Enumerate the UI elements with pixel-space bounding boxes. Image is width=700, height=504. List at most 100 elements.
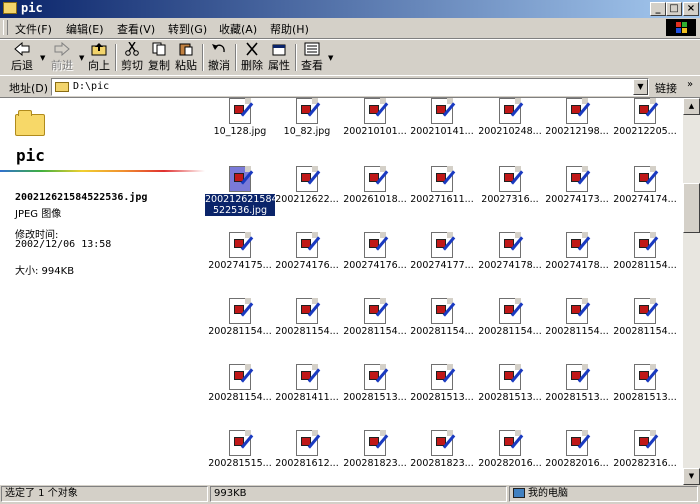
scroll-up-icon[interactable]: ▲ — [683, 98, 700, 115]
file-item[interactable]: 200274175... — [205, 228, 275, 288]
file-name: 200274176... — [275, 260, 339, 271]
file-size: 大小: 994KB — [15, 266, 75, 277]
jpeg-file-icon — [566, 98, 591, 124]
file-item[interactable]: 200282316... — [610, 426, 680, 485]
address-input[interactable]: D:\pic ▼ — [51, 78, 649, 96]
file-item[interactable]: 200274178... — [475, 228, 545, 288]
jpeg-file-icon — [364, 298, 389, 324]
file-item[interactable]: 200210248... — [475, 98, 545, 156]
file-item[interactable]: 200274176... — [340, 228, 410, 288]
jpeg-file-icon — [499, 232, 524, 258]
vertical-scrollbar[interactable]: ▲ ▼ — [683, 98, 700, 485]
menu-view[interactable]: 查看(V) — [117, 21, 155, 37]
file-item[interactable]: 200281823... — [407, 426, 477, 485]
file-item[interactable]: 200282016... — [475, 426, 545, 485]
file-item[interactable]: 200281154... — [340, 294, 410, 354]
delete-button[interactable]: 删除 — [239, 42, 265, 73]
file-item[interactable]: 200282016... — [542, 426, 612, 485]
back-dropdown-icon[interactable]: ▼ — [40, 54, 45, 62]
jpeg-file-icon — [634, 232, 659, 258]
minimize-button[interactable]: _ — [650, 2, 666, 16]
file-item[interactable]: 10_128.jpg — [205, 98, 275, 156]
file-item[interactable]: 200281513... — [407, 360, 477, 420]
cut-button[interactable]: 剪切 — [119, 41, 145, 73]
back-button[interactable]: 后退 — [6, 41, 38, 73]
file-item[interactable]: 200281411... — [272, 360, 342, 420]
file-name: 200281154... — [410, 326, 474, 337]
properties-button[interactable]: 属性 — [266, 42, 292, 73]
scroll-down-icon[interactable]: ▼ — [683, 468, 700, 485]
up-button[interactable]: 向上 — [86, 42, 112, 73]
forward-button[interactable]: 前进 — [48, 41, 76, 73]
file-item[interactable]: 200281154... — [610, 294, 680, 354]
file-item[interactable]: 200281513... — [340, 360, 410, 420]
address-dropdown-icon[interactable]: ▼ — [633, 79, 648, 95]
file-item[interactable]: 200281154... — [542, 294, 612, 354]
file-name: 200271611... — [410, 194, 474, 205]
copy-icon — [150, 42, 168, 56]
folder-icon — [55, 82, 69, 92]
copy-button[interactable]: 复制 — [146, 42, 172, 73]
file-item[interactable]: 200281154... — [610, 228, 680, 288]
toolbar: 后退 ▼ 前进 ▼ 向上 剪切 复制 粘贴 撤消 删除 属性 查看 ▼ — [0, 39, 700, 76]
links-chevron-icon[interactable]: » — [687, 79, 693, 90]
file-item[interactable]: 200281515... — [205, 426, 275, 485]
file-item[interactable]: 200281823... — [340, 426, 410, 485]
file-item[interactable]: 200274173... — [542, 162, 612, 222]
file-item[interactable]: 200281154... — [475, 294, 545, 354]
large-folder-icon — [15, 110, 45, 136]
file-name: 200281513... — [613, 392, 677, 403]
jpeg-file-icon — [566, 364, 591, 390]
menu-help[interactable]: 帮助(H) — [270, 21, 309, 37]
file-item[interactable]: 200271611... — [407, 162, 477, 222]
jpeg-file-icon — [431, 232, 456, 258]
file-item[interactable]: 200212198... — [542, 98, 612, 156]
status-selection: 选定了 1 个对象 — [1, 486, 208, 502]
address-bar: 地址(D) D:\pic ▼ 链接 » — [0, 75, 700, 98]
back-label: 后退 — [11, 59, 33, 72]
view-button[interactable]: 查看 — [299, 42, 325, 73]
scroll-thumb[interactable] — [683, 183, 700, 233]
file-item[interactable]: 200274174... — [610, 162, 680, 222]
close-button[interactable]: × — [683, 2, 699, 16]
file-item[interactable]: 200274177... — [407, 228, 477, 288]
links-button[interactable]: 链接 — [655, 80, 677, 96]
menu-favorites[interactable]: 收藏(A) — [219, 21, 257, 37]
jpeg-file-icon — [431, 430, 456, 456]
file-item[interactable]: 200212205... — [610, 98, 680, 156]
menu-edit[interactable]: 编辑(E) — [66, 21, 104, 37]
file-item[interactable]: 200281154... — [205, 360, 275, 420]
file-item[interactable]: 200210101... — [340, 98, 410, 156]
file-item[interactable]: 200281154... — [407, 294, 477, 354]
undo-button[interactable]: 撤消 — [206, 42, 232, 73]
delete-x-icon — [243, 42, 261, 56]
file-item[interactable]: 200212622... — [272, 162, 342, 222]
menu-file[interactable]: 文件(F) — [15, 21, 52, 37]
jpeg-file-icon — [229, 98, 254, 124]
toolbar-separator — [295, 44, 297, 71]
file-item[interactable]: 200281513... — [542, 360, 612, 420]
file-item[interactable]: 200212621584 522536.jpg — [205, 162, 275, 222]
view-dropdown-icon[interactable]: ▼ — [328, 54, 333, 62]
file-item[interactable]: 20027316... — [475, 162, 545, 222]
file-item[interactable]: 200261018... — [340, 162, 410, 222]
file-name: 200210101... — [343, 126, 407, 137]
file-item[interactable]: 200281154... — [205, 294, 275, 354]
file-item[interactable]: 10_82.jpg — [272, 98, 342, 156]
forward-dropdown-icon[interactable]: ▼ — [79, 54, 84, 62]
file-item[interactable]: 200210141... — [407, 98, 477, 156]
file-item[interactable]: 200281154... — [272, 294, 342, 354]
file-item[interactable]: 200281513... — [610, 360, 680, 420]
jpeg-file-icon — [364, 98, 389, 124]
maximize-button[interactable]: □ — [666, 2, 682, 16]
file-item[interactable]: 200281513... — [475, 360, 545, 420]
jpeg-file-icon — [634, 430, 659, 456]
file-name: 200281154... — [343, 326, 407, 337]
folder-icon — [3, 2, 17, 14]
file-item[interactable]: 200274176... — [272, 228, 342, 288]
paste-button[interactable]: 粘贴 — [173, 42, 199, 73]
file-item[interactable]: 200274178... — [542, 228, 612, 288]
file-item[interactable]: 200281612... — [272, 426, 342, 485]
menu-go[interactable]: 转到(G) — [168, 21, 207, 37]
selected-file-name: 200212621584522536.jpg — [15, 192, 148, 203]
